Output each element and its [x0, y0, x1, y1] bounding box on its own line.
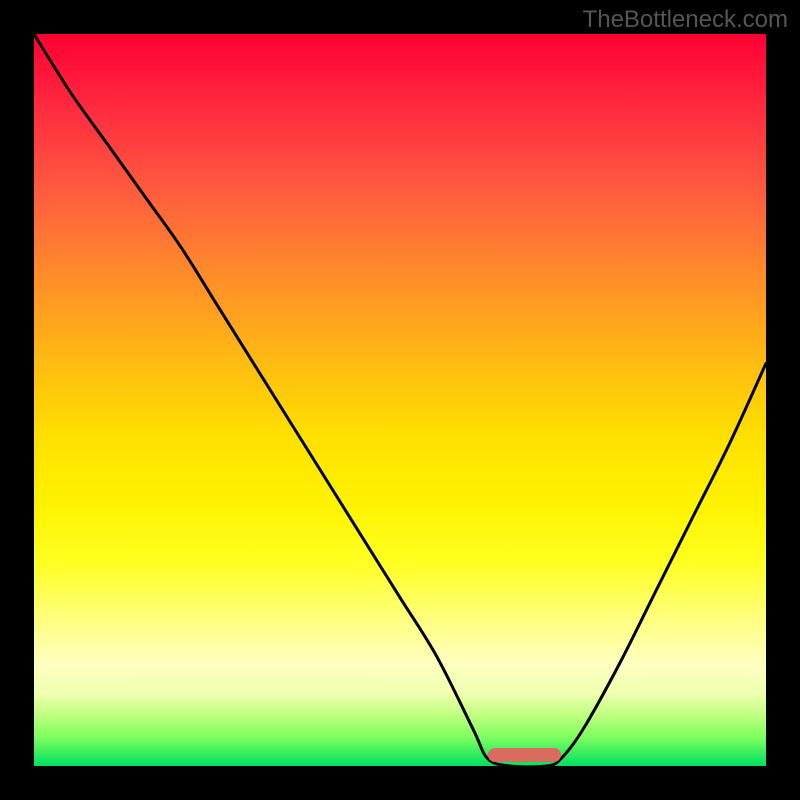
chart-plot-area — [34, 34, 766, 766]
curve-svg — [34, 34, 766, 766]
watermark-text: TheBottleneck.com — [583, 6, 788, 34]
chart-curve — [34, 34, 766, 766]
chart-marker — [488, 748, 561, 762]
